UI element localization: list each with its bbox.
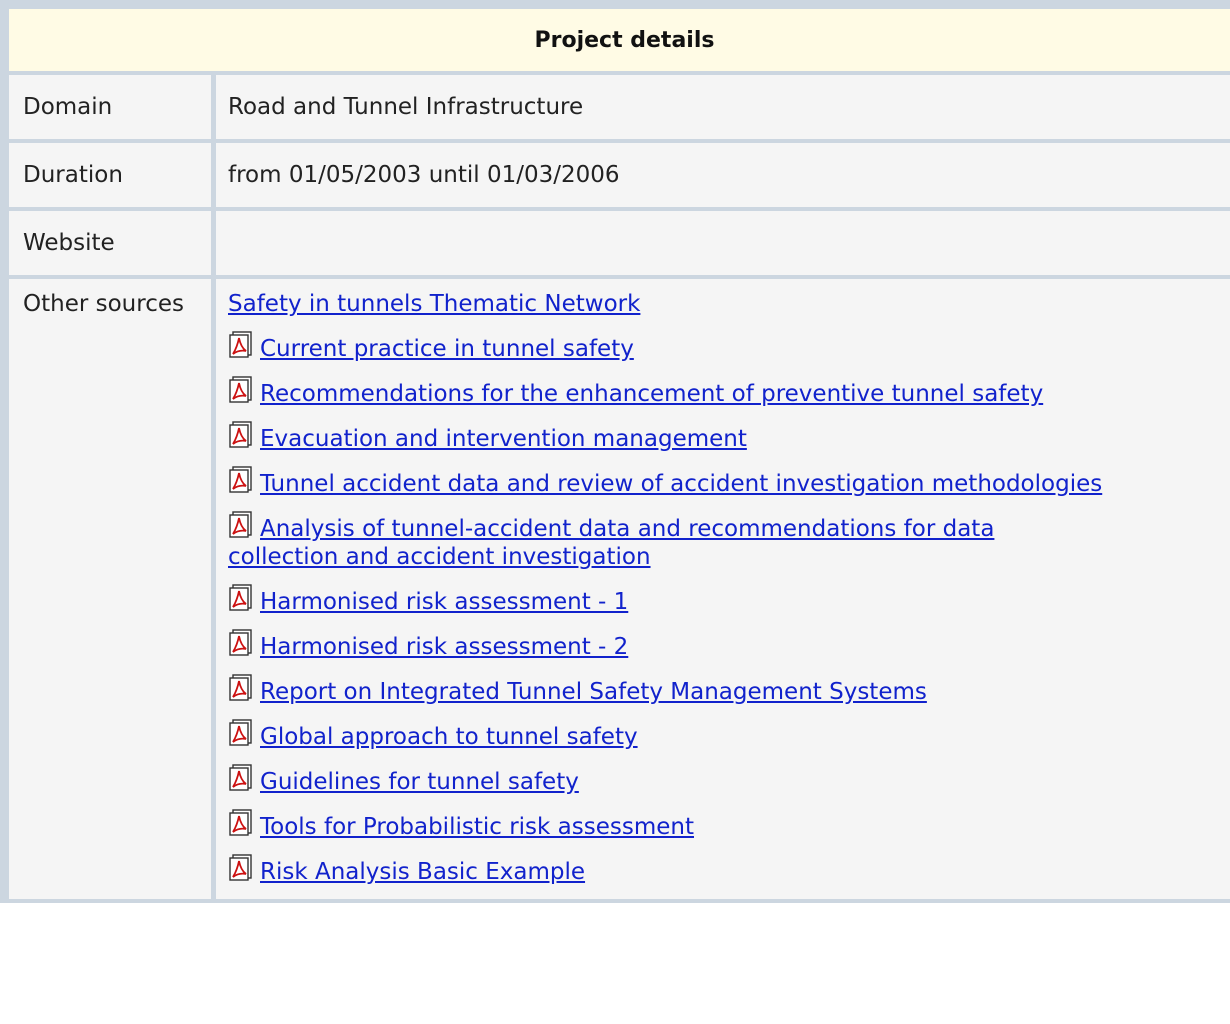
duration-row: Duration from 01/05/2003 until 01/03/200… <box>9 143 1230 211</box>
table-title: Project details <box>9 9 1230 75</box>
other-sources-label: Other sources <box>9 279 216 903</box>
website-row: Website <box>9 211 1230 279</box>
source-item: Safety in tunnels Thematic Network <box>228 290 1230 318</box>
domain-row: Domain Road and Tunnel Infrastructure <box>9 75 1230 143</box>
source-item: Global approach to tunnel safety <box>228 719 1230 751</box>
source-item: Recommendations for the enhancement of p… <box>228 376 1230 408</box>
domain-value: Road and Tunnel Infrastructure <box>216 75 1230 143</box>
source-item: Harmonised risk assessment - 2 <box>228 629 1230 661</box>
source-link[interactable]: Recommendations for the enhancement of p… <box>260 381 1043 407</box>
pdf-icon <box>228 854 255 881</box>
website-value <box>216 211 1230 279</box>
pdf-icon <box>228 376 255 403</box>
duration-value: from 01/05/2003 until 01/03/2006 <box>216 143 1230 211</box>
pdf-icon <box>228 764 255 791</box>
source-link[interactable]: Tools for Probabilistic risk assessment <box>260 814 694 840</box>
source-link[interactable]: Current practice in tunnel safety <box>260 336 634 362</box>
other-sources-row: Other sources Safety in tunnels Thematic… <box>9 279 1230 903</box>
source-item: Evacuation and intervention management <box>228 421 1230 453</box>
website-label: Website <box>9 211 216 279</box>
source-link[interactable]: Report on Integrated Tunnel Safety Manag… <box>260 679 927 705</box>
source-item: Current practice in tunnel safety <box>228 331 1230 363</box>
source-link[interactable]: Evacuation and intervention management <box>260 426 747 452</box>
source-link[interactable]: Risk Analysis Basic Example <box>260 859 585 885</box>
pdf-icon <box>228 719 255 746</box>
source-link[interactable]: Global approach to tunnel safety <box>260 724 638 750</box>
source-item: Analysis of tunnel-accident data and rec… <box>228 511 1108 571</box>
pdf-icon <box>228 629 255 656</box>
header-row: Project details <box>9 9 1230 75</box>
source-link[interactable]: Harmonised risk assessment - 1 <box>260 589 628 615</box>
source-item: Tools for Probabilistic risk assessment <box>228 809 1230 841</box>
duration-label: Duration <box>9 143 216 211</box>
source-link[interactable]: Safety in tunnels Thematic Network <box>228 291 640 317</box>
source-link[interactable]: Harmonised risk assessment - 2 <box>260 634 628 660</box>
pdf-icon <box>228 674 255 701</box>
source-link[interactable]: Guidelines for tunnel safety <box>260 769 579 795</box>
source-link[interactable]: Tunnel accident data and review of accid… <box>260 471 1102 497</box>
source-item: Report on Integrated Tunnel Safety Manag… <box>228 674 1230 706</box>
source-link[interactable]: Analysis of tunnel-accident data and rec… <box>228 516 994 570</box>
pdf-icon <box>228 809 255 836</box>
project-details-table: Project details Domain Road and Tunnel I… <box>0 0 1230 903</box>
other-sources-list: Safety in tunnels Thematic Network Curre… <box>216 279 1230 903</box>
domain-label: Domain <box>9 75 216 143</box>
pdf-icon <box>228 584 255 611</box>
pdf-icon <box>228 466 255 493</box>
source-item: Harmonised risk assessment - 1 <box>228 584 1230 616</box>
source-item: Risk Analysis Basic Example <box>228 854 1230 886</box>
pdf-icon <box>228 421 255 448</box>
pdf-icon <box>228 511 255 538</box>
source-item: Guidelines for tunnel safety <box>228 764 1230 796</box>
source-item: Tunnel accident data and review of accid… <box>228 466 1230 498</box>
pdf-icon <box>228 331 255 358</box>
